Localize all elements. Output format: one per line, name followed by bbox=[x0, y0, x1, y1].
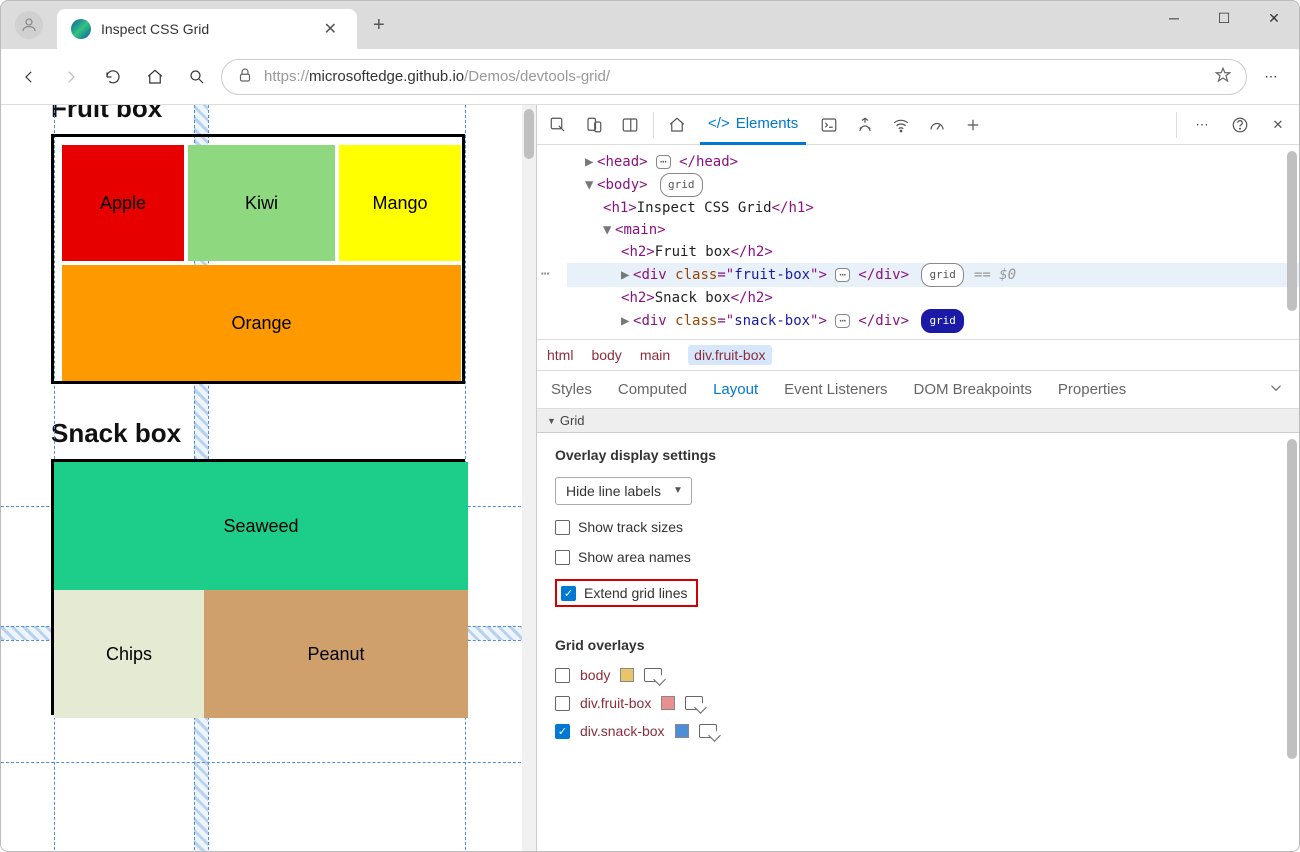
show-area-names-row[interactable]: Show area names bbox=[555, 549, 1281, 565]
network-icon[interactable] bbox=[888, 112, 914, 138]
crumb-body[interactable]: body bbox=[591, 347, 621, 363]
fruit-heading: Fruit box bbox=[51, 105, 536, 124]
fruit-box: Apple Kiwi Mango Orange bbox=[51, 134, 465, 384]
show-track-sizes-row[interactable]: Show track sizes bbox=[555, 519, 1281, 535]
snack-box: Seaweed Chips Peanut bbox=[51, 459, 465, 715]
overlay-row-body: body bbox=[555, 667, 1281, 683]
color-swatch[interactable] bbox=[661, 696, 675, 710]
tab-properties[interactable]: Properties bbox=[1058, 381, 1126, 398]
snack-peanut: Peanut bbox=[204, 590, 468, 718]
checkbox-checked-icon[interactable] bbox=[555, 724, 570, 739]
dom-scrollbar[interactable] bbox=[1287, 151, 1297, 311]
line-labels-select[interactable]: Hide line labels bbox=[555, 477, 692, 505]
panel-tabs: Styles Computed Layout Event Listeners D… bbox=[537, 371, 1299, 409]
grid-line bbox=[1, 762, 536, 763]
refresh-button[interactable] bbox=[95, 59, 131, 95]
fruit-mango: Mango bbox=[339, 145, 461, 261]
url-text: https://microsoftedge.github.io/Demos/de… bbox=[264, 68, 1214, 85]
close-window-button[interactable]: ✕ bbox=[1249, 1, 1299, 35]
color-swatch[interactable] bbox=[620, 668, 634, 682]
fruit-kiwi: Kiwi bbox=[188, 145, 335, 261]
edge-favicon bbox=[71, 19, 91, 39]
close-tab-icon[interactable]: ✕ bbox=[318, 19, 343, 39]
layout-panel: Overlay display settings Hide line label… bbox=[537, 433, 1299, 851]
minimize-button[interactable]: ─ bbox=[1149, 1, 1199, 35]
checkbox-checked-icon[interactable] bbox=[561, 586, 576, 601]
dom-tree[interactable]: ▶<head> ⋯ </head> ▼<body> grid <h1>Inspe… bbox=[537, 145, 1299, 339]
browser-tab[interactable]: Inspect CSS Grid ✕ bbox=[57, 9, 357, 49]
layout-scrollbar[interactable] bbox=[1287, 439, 1297, 759]
tab-layout[interactable]: Layout bbox=[713, 381, 758, 398]
sources-icon[interactable] bbox=[852, 112, 878, 138]
add-tab-icon[interactable] bbox=[960, 112, 986, 138]
snack-seaweed: Seaweed bbox=[54, 462, 468, 590]
overlay-row-snack: div.snack-box bbox=[555, 723, 1281, 739]
profile-icon[interactable] bbox=[15, 11, 43, 39]
reveal-icon[interactable] bbox=[699, 724, 717, 738]
close-devtools-icon[interactable]: ✕ bbox=[1265, 112, 1291, 138]
elements-tab[interactable]: </> Elements bbox=[700, 105, 806, 145]
extend-grid-lines-highlight: Extend grid lines bbox=[555, 579, 698, 607]
scroll-thumb[interactable] bbox=[524, 109, 534, 159]
crumb-main[interactable]: main bbox=[640, 347, 670, 363]
grid-section-header[interactable]: Grid bbox=[537, 409, 1299, 433]
home-button[interactable] bbox=[137, 59, 173, 95]
device-icon[interactable] bbox=[581, 112, 607, 138]
welcome-icon[interactable] bbox=[664, 112, 690, 138]
fruit-apple: Apple bbox=[62, 145, 184, 261]
favorite-icon[interactable] bbox=[1214, 66, 1232, 88]
checkbox-icon[interactable] bbox=[555, 668, 570, 683]
tab-styles[interactable]: Styles bbox=[551, 381, 592, 398]
titlebar: Inspect CSS Grid ✕ + ─ ☐ ✕ bbox=[1, 1, 1299, 49]
search-button[interactable] bbox=[179, 59, 215, 95]
forward-button[interactable] bbox=[53, 59, 89, 95]
fruit-orange: Orange bbox=[62, 265, 461, 381]
toolbar: https://microsoftedge.github.io/Demos/de… bbox=[1, 49, 1299, 105]
page-viewport: Fruit box Apple Kiwi Mango Orange Snack … bbox=[1, 105, 536, 851]
inspect-icon[interactable] bbox=[545, 112, 571, 138]
snack-heading: Snack box bbox=[51, 418, 536, 449]
color-swatch[interactable] bbox=[675, 724, 689, 738]
tab-computed[interactable]: Computed bbox=[618, 381, 687, 398]
dock-icon[interactable] bbox=[617, 112, 643, 138]
overlay-settings-title: Overlay display settings bbox=[555, 447, 1281, 463]
checkbox-icon[interactable] bbox=[555, 550, 570, 565]
checkbox-icon[interactable] bbox=[555, 696, 570, 711]
more-icon[interactable]: ⋯ bbox=[1189, 112, 1215, 138]
devtools-toolbar: </> Elements ⋯ ✕ bbox=[537, 105, 1299, 145]
tab-title: Inspect CSS Grid bbox=[101, 21, 318, 37]
reveal-icon[interactable] bbox=[644, 668, 662, 682]
breadcrumbs: html body main div.fruit-box bbox=[537, 339, 1299, 371]
maximize-button[interactable]: ☐ bbox=[1199, 1, 1249, 35]
code-icon: </> bbox=[708, 115, 730, 132]
tab-event-listeners[interactable]: Event Listeners bbox=[784, 381, 887, 398]
crumb-selected[interactable]: div.fruit-box bbox=[688, 345, 771, 365]
checkbox-icon[interactable] bbox=[555, 520, 570, 535]
console-icon[interactable] bbox=[816, 112, 842, 138]
crumb-html[interactable]: html bbox=[547, 347, 573, 363]
tab-dom-breakpoints[interactable]: DOM Breakpoints bbox=[914, 381, 1032, 398]
new-tab-button[interactable]: + bbox=[357, 14, 401, 37]
snack-chips: Chips bbox=[54, 590, 204, 718]
chevron-down-icon[interactable] bbox=[1267, 379, 1285, 401]
help-icon[interactable] bbox=[1227, 112, 1253, 138]
grid-overlays-title: Grid overlays bbox=[555, 637, 1281, 653]
page-scrollbar[interactable] bbox=[522, 105, 536, 851]
selected-dom-node[interactable]: ⋯▶<div class="fruit-box"> ⋯ </div> grid=… bbox=[567, 263, 1299, 287]
reveal-icon[interactable] bbox=[685, 696, 703, 710]
back-button[interactable] bbox=[11, 59, 47, 95]
address-bar[interactable]: https://microsoftedge.github.io/Demos/de… bbox=[221, 59, 1247, 95]
performance-icon[interactable] bbox=[924, 112, 950, 138]
menu-button[interactable]: ⋯ bbox=[1253, 59, 1289, 95]
lock-icon bbox=[236, 66, 254, 88]
overlay-row-fruit: div.fruit-box bbox=[555, 695, 1281, 711]
devtools-panel: </> Elements ⋯ ✕ ▶<head> ⋯ </head> ▼<bod… bbox=[536, 105, 1299, 851]
